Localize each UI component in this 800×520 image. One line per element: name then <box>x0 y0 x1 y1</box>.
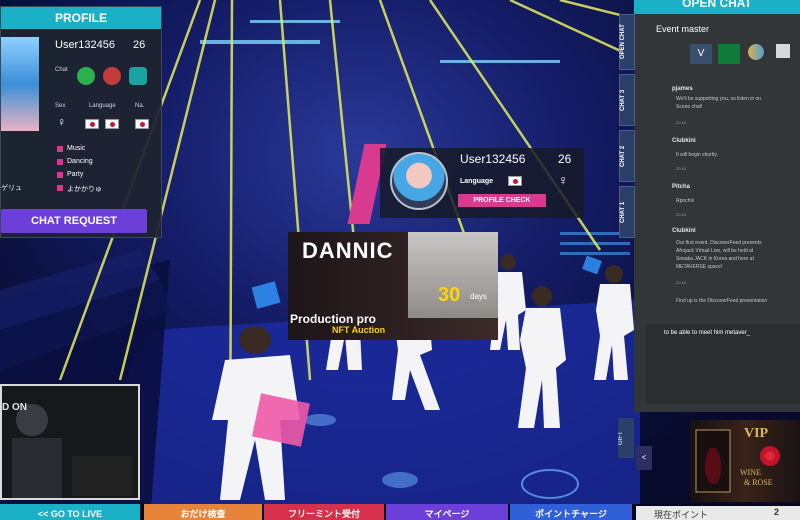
free-mint-button[interactable]: フリーミント受付 <box>264 504 384 520</box>
tab-chat-2[interactable]: CHAT 2 <box>619 130 635 182</box>
user-card-language-label: Language <box>460 178 494 185</box>
points-label: 現在ポイント <box>654 510 709 520</box>
chat-input-text: to be able to meet him metaver_ <box>664 330 751 336</box>
chat-message-text: It will begin shortly. <box>676 152 718 158</box>
profile-username: User132456 <box>55 39 115 51</box>
billboard-production: Production pro <box>290 312 376 326</box>
points-value: 2 <box>774 507 780 517</box>
billboard-days: days <box>470 292 487 301</box>
chat-message-time: 20:16 <box>676 212 687 217</box>
profile-check-button[interactable]: PROFILE CHECK <box>458 194 546 207</box>
message-teal-icon[interactable] <box>129 67 147 85</box>
chat-title: OPEN CHAT <box>634 0 800 14</box>
tab-chat-1[interactable]: CHAT 1 <box>619 186 635 238</box>
event-badge-icon[interactable] <box>748 44 764 60</box>
profile-avatar <box>1 37 39 131</box>
billboard-brand: DANNIC <box>302 238 394 263</box>
go-to-live-button[interactable]: << GO TO LIVE <box>0 504 140 520</box>
chat-message-text: Sneaka JACK in Korea and here at <box>676 256 754 262</box>
chat-input[interactable] <box>646 324 800 404</box>
video-red-icon[interactable] <box>103 67 121 85</box>
gift-collapse-arrow-icon[interactable]: < <box>636 446 652 470</box>
language-label: Language <box>89 103 116 109</box>
user-card[interactable]: User132456 26 Language ♀ PROFILE CHECK <box>347 144 584 224</box>
nationality-label: Na. <box>135 103 145 109</box>
chat-message-user: pjames <box>672 86 693 92</box>
chat-green-icon[interactable] <box>77 67 95 85</box>
interest-item: Party <box>57 171 83 178</box>
event-star-icon[interactable] <box>776 44 790 58</box>
alt-flag-icon <box>105 119 119 129</box>
chat-message-time: 20:16 <box>676 120 687 125</box>
sex-label: Sex <box>55 103 66 109</box>
chat-message-text: Rpochiii <box>676 198 694 204</box>
chat-label: Chat <box>55 67 68 73</box>
japan-flag-icon <box>85 119 99 129</box>
interest-item: よかかりゅ <box>57 184 102 194</box>
user-card-username: User132456 <box>460 152 526 166</box>
my-page-button[interactable]: マイページ <box>386 504 508 520</box>
rose-text: & ROSE <box>744 478 773 487</box>
chat-message-text: METAVERSE space! <box>676 264 723 270</box>
event-green-icon[interactable] <box>718 44 740 64</box>
point-charge-button[interactable]: ポイントチャージ <box>510 504 632 520</box>
chat-message-text: Our first event, DiscoverFeed presents <box>676 240 762 246</box>
tab-open-chat[interactable]: OPEN CHAT <box>619 14 635 70</box>
chat-message-text: Find up is the DiscoverFeed presentation <box>676 298 768 304</box>
chat-request-button[interactable]: CHAT REQUEST <box>1 209 147 233</box>
billboard-number: 30 <box>438 284 461 306</box>
japan-flag-icon <box>135 119 149 129</box>
female-icon: ♀ <box>558 172 569 188</box>
points-display: 現在ポイント 2 <box>636 506 800 520</box>
vip-text: VIP <box>744 426 769 441</box>
billboard-nft: NFT Auction <box>332 325 386 335</box>
event-master-label: Event master <box>656 24 710 34</box>
game-scene: DANNIC 30 days Production pro NFT Auctio… <box>0 0 800 520</box>
left-interest-item: ゲリュ <box>1 185 22 192</box>
chat-message-text: We'll be supporting you, so listen in on <box>676 96 762 102</box>
profile-panel: PROFILE User132456 26 Chat Sex Language … <box>0 6 162 238</box>
gift-tab[interactable]: GIFT <box>618 418 634 458</box>
video-overlay-text: D ON <box>2 402 27 413</box>
female-symbol-icon: ♀ <box>57 115 66 129</box>
chat-message-user: Clubkini <box>672 228 696 234</box>
japan-flag-icon <box>508 176 522 186</box>
interest-item: Music <box>57 145 85 152</box>
chat-message-user: Clubkini <box>672 138 696 144</box>
chat-message-text: Scene chat! <box>676 104 703 110</box>
user-card-age: 26 <box>558 152 572 166</box>
tab-chat-3[interactable]: CHAT 3 <box>619 74 635 126</box>
event-v-icon[interactable]: V <box>690 44 712 64</box>
profile-title: PROFILE <box>1 7 161 29</box>
wine-text: WINE <box>740 468 761 477</box>
bottom-button-2[interactable]: おだけ検査 <box>144 504 262 520</box>
user-card-avatar[interactable] <box>390 152 448 210</box>
chat-message-time: 20:16 <box>676 280 687 285</box>
chat-message-text: Afrojack Virtual Live, will be held at <box>676 248 754 254</box>
interest-item: Dancing <box>57 158 93 165</box>
profile-age: 26 <box>133 39 146 51</box>
chat-message-user: Pitcha <box>672 184 691 190</box>
chat-message-time: 20:16 <box>676 166 687 171</box>
